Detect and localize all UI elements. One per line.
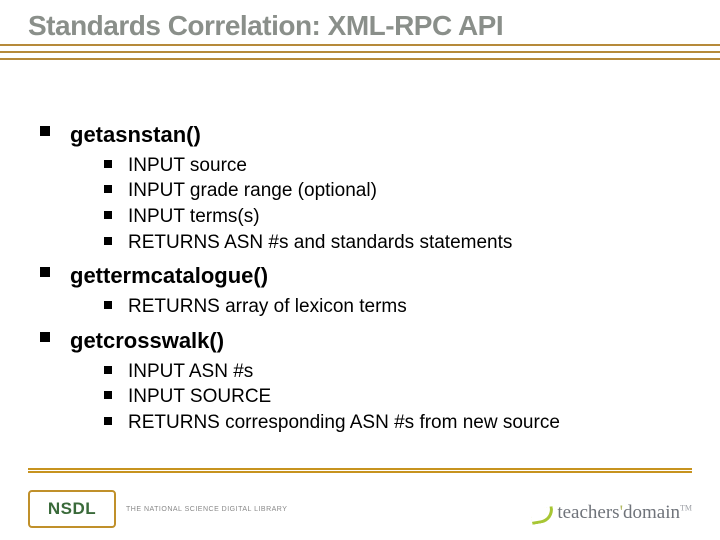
list-item: getcrosswalk() INPUT ASN #s INPUT SOURCE…	[40, 326, 690, 436]
teachers-domain-text: teachers'domainTM	[557, 502, 692, 524]
function-name: getasnstan()	[70, 122, 201, 147]
function-list: getasnstan() INPUT source INPUT grade ra…	[40, 120, 690, 436]
sub-list: RETURNS array of lexicon terms	[70, 294, 690, 320]
sub-item: INPUT source	[104, 153, 690, 179]
swoosh-icon	[527, 502, 555, 524]
sub-item: RETURNS array of lexicon terms	[104, 294, 690, 320]
square-bullet-icon	[40, 126, 50, 136]
sub-item: INPUT ASN #s	[104, 359, 690, 385]
square-bullet-icon	[40, 332, 50, 342]
list-item: getasnstan() INPUT source INPUT grade ra…	[40, 120, 690, 255]
nsdl-brand: NSDL THE NATIONAL SCIENCE DIGITAL LIBRAR…	[28, 490, 308, 528]
square-bullet-icon	[40, 267, 50, 277]
slide: Standards Correlation: XML-RPC API getas…	[0, 0, 720, 540]
nsdl-logo-text: NSDL	[48, 499, 96, 519]
sub-item: INPUT terms(s)	[104, 204, 690, 230]
title-area: Standards Correlation: XML-RPC API	[0, 0, 720, 88]
sub-item: INPUT SOURCE	[104, 384, 690, 410]
nsdl-logo-icon: NSDL	[28, 490, 116, 528]
function-name: gettermcatalogue()	[70, 263, 268, 288]
sub-list: INPUT source INPUT grade range (optional…	[70, 153, 690, 256]
content-area: getasnstan() INPUT source INPUT grade ra…	[40, 120, 690, 442]
teachers-domain-brand: teachers'domainTM	[527, 502, 692, 524]
sub-item: RETURNS corresponding ASN #s from new so…	[104, 410, 690, 436]
footer-divider	[28, 468, 692, 470]
sub-list: INPUT ASN #s INPUT SOURCE RETURNS corres…	[70, 359, 690, 436]
sub-item: INPUT grade range (optional)	[104, 178, 690, 204]
function-name: getcrosswalk()	[70, 328, 224, 353]
list-item: gettermcatalogue() RETURNS array of lexi…	[40, 261, 690, 319]
footer: NSDL THE NATIONAL SCIENCE DIGITAL LIBRAR…	[0, 468, 720, 540]
slide-title: Standards Correlation: XML-RPC API	[28, 10, 511, 42]
nsdl-tagline: THE NATIONAL SCIENCE DIGITAL LIBRARY	[126, 506, 287, 513]
sub-item: RETURNS ASN #s and standards statements	[104, 230, 690, 256]
